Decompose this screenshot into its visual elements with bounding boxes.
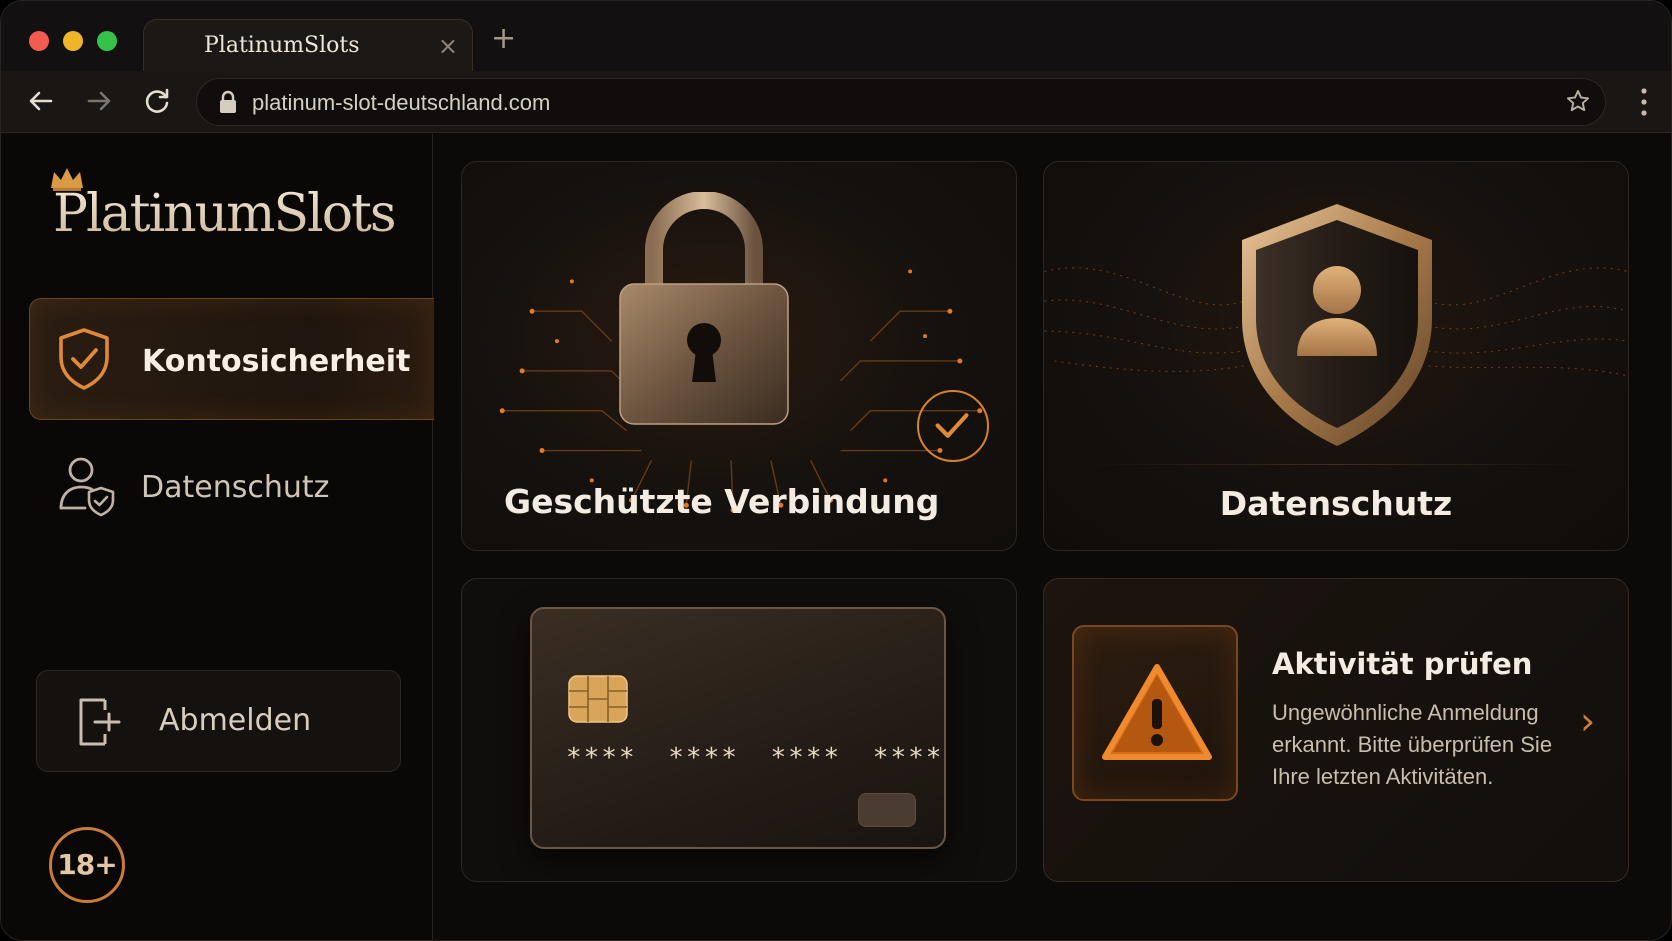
secure-connection-card[interactable]: Geschützte Verbindung <box>461 161 1017 551</box>
card-logo-placeholder <box>858 793 916 827</box>
secure-connection-title: Geschützte Verbindung <box>504 482 940 521</box>
close-window-button[interactable] <box>29 31 49 51</box>
tab-strip: PlatinumSlots × + <box>1 1 1671 73</box>
warning-icon-box <box>1072 625 1238 801</box>
maximize-window-button[interactable] <box>97 31 117 51</box>
user-shield-icon <box>1242 204 1432 446</box>
sidebar-item-label: Datenschutz <box>141 470 330 505</box>
payment-card-panel[interactable]: **** **** **** **** <box>461 578 1017 882</box>
back-arrow-icon[interactable] <box>25 85 57 117</box>
browser-menu-icon[interactable] <box>1639 87 1649 117</box>
logout-label: Abmelden <box>159 703 312 738</box>
privacy-card[interactable]: Datenschutz <box>1043 161 1629 551</box>
browser-tab[interactable]: PlatinumSlots × <box>143 19 473 73</box>
card-number: **** **** **** **** <box>566 743 944 773</box>
age-restriction-badge: 18+ <box>49 827 125 903</box>
verified-check-icon <box>917 390 989 462</box>
warning-icon <box>1102 664 1212 760</box>
browser-window: PlatinumSlots × + platinum-slot-deutschl… <box>0 0 1672 941</box>
reload-icon[interactable] <box>141 85 173 117</box>
activity-description: Ungewöhnliche Anmeldung erkannt. Bitte ü… <box>1272 700 1553 789</box>
chevron-right-icon[interactable]: › <box>1580 699 1595 743</box>
browser-toolbar: platinum-slot-deutschland.com <box>1 71 1671 133</box>
sidebar-item-kontosicherheit[interactable]: Kontosicherheit <box>29 298 434 420</box>
activity-title: Aktivität prüfen <box>1272 647 1533 681</box>
card-chip-icon <box>568 675 628 723</box>
shield-check-icon <box>59 328 109 390</box>
tab-title: PlatinumSlots <box>204 33 360 58</box>
sidebar-item-label: Kontosicherheit <box>142 344 411 379</box>
forward-arrow-icon[interactable] <box>83 85 115 117</box>
logout-button[interactable]: Abmelden <box>36 670 401 772</box>
minimize-window-button[interactable] <box>63 31 83 51</box>
tab-close-icon[interactable]: × <box>438 32 458 60</box>
url-text[interactable]: platinum-slot-deutschland.com <box>252 90 550 116</box>
sidebar-item-datenschutz[interactable]: Datenschutz <box>29 434 429 544</box>
logout-icon <box>79 698 121 746</box>
privacy-title: Datenschutz <box>1219 484 1453 523</box>
padlock-icon <box>619 192 789 425</box>
address-bar[interactable]: platinum-slot-deutschland.com <box>196 78 1606 126</box>
bookmark-star-icon[interactable] <box>1565 88 1591 114</box>
user-shield-icon <box>59 457 115 517</box>
credit-card-icon: **** **** **** **** <box>530 607 946 849</box>
new-tab-button[interactable]: + <box>491 21 516 56</box>
activity-alert-card[interactable]: Aktivität prüfen Ungewöhnliche Anmeldung… <box>1043 578 1629 882</box>
sidebar: PlatinumSlots Kontosicherheit Datenschut… <box>1 134 434 940</box>
lock-icon <box>220 90 236 113</box>
brand-logo[interactable]: PlatinumSlots <box>53 184 397 244</box>
card-divider <box>1084 464 1588 465</box>
